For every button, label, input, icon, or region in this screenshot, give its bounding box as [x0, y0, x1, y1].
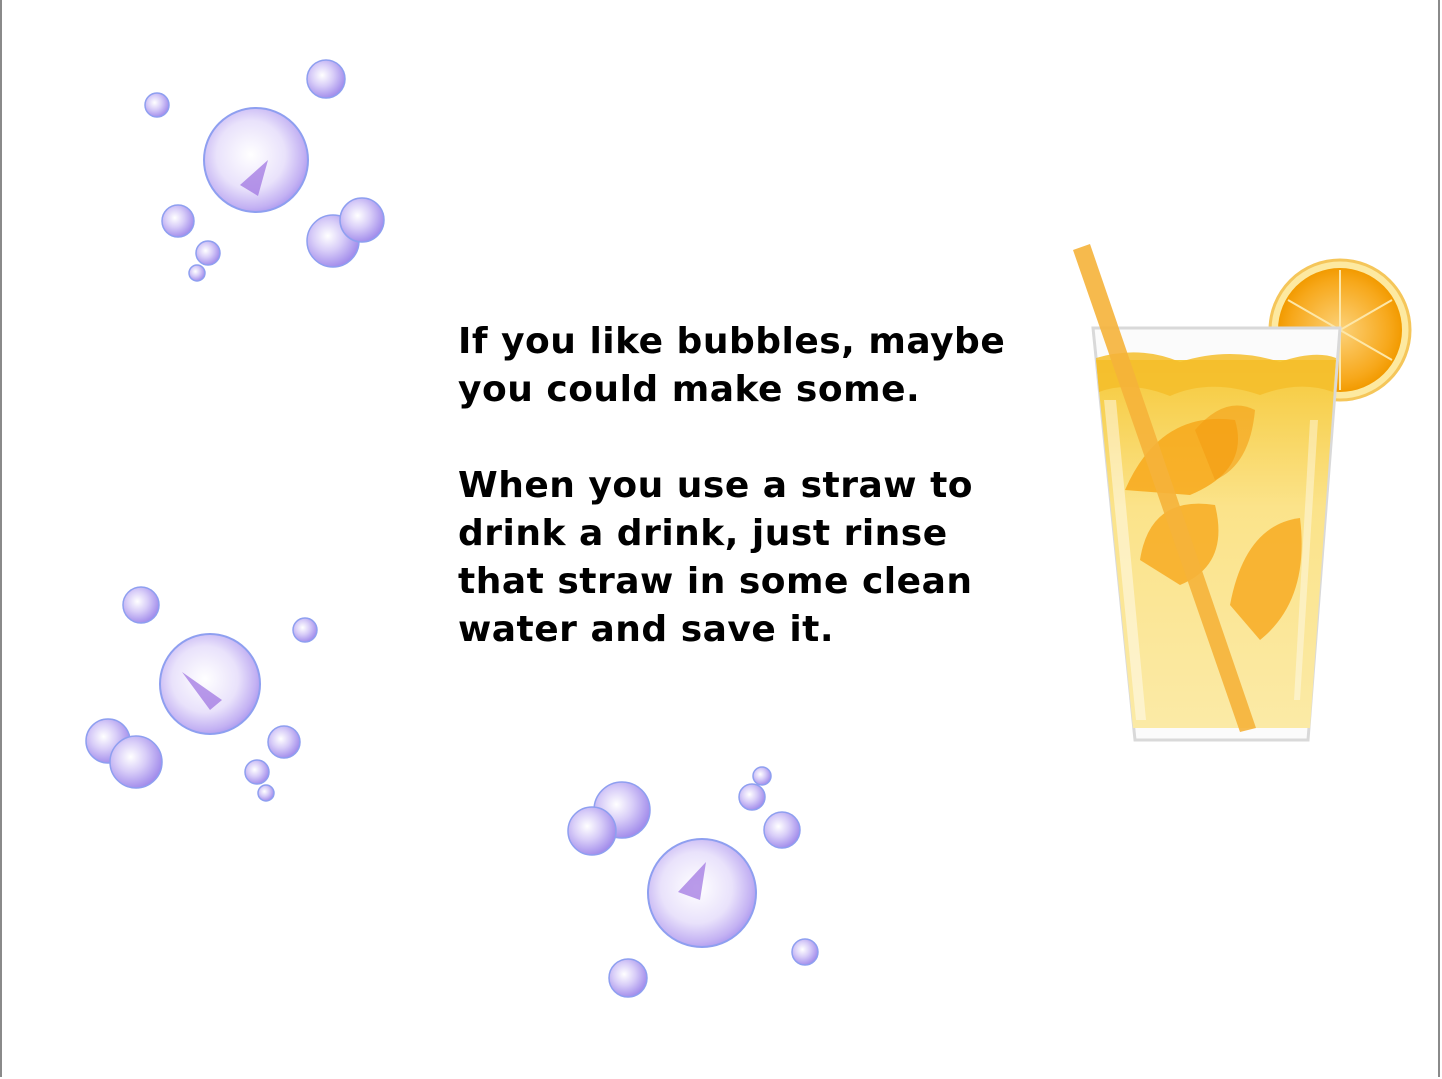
orange-juice-glass-icon	[1073, 244, 1412, 742]
bubble-cluster-bottom-left-icon	[85, 586, 318, 802]
paragraph-straw: When you use a straw to drink a drink, j…	[458, 465, 974, 650]
bubble-cluster-bottom-center-icon	[567, 766, 819, 998]
paragraph-bubbles: If you like bubbles, maybe you could mak…	[458, 321, 1006, 410]
bubble-cluster-top-left-icon	[144, 59, 385, 282]
story-text: If you like bubbles, maybe you could mak…	[458, 318, 1018, 654]
